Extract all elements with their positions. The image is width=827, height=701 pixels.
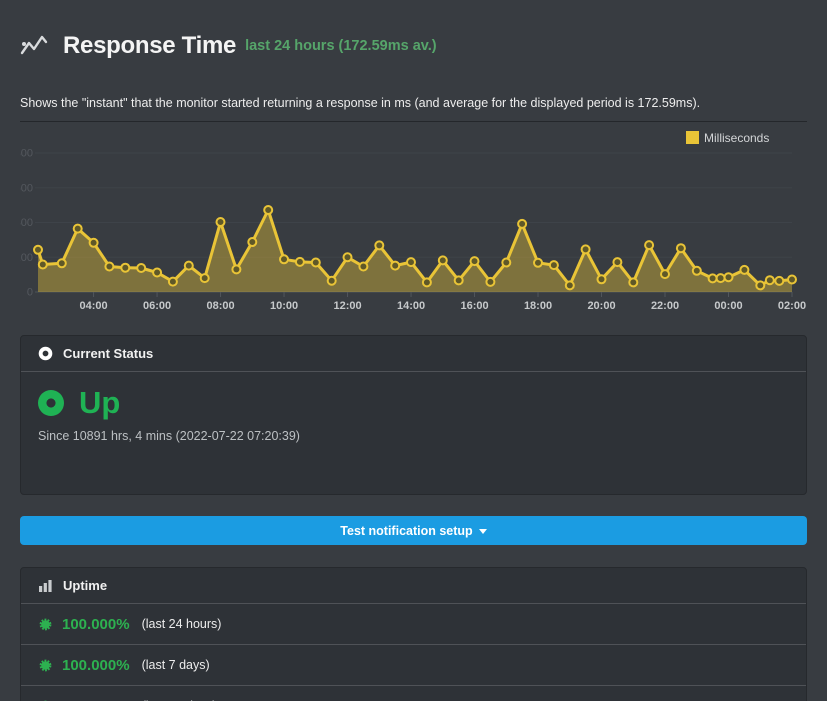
dot-circle-icon <box>38 346 53 361</box>
uptime-title: Uptime <box>63 578 107 593</box>
uptime-period-7d: (last 7 days) <box>142 658 210 672</box>
svg-text:22:00: 22:00 <box>651 300 679 312</box>
uptime-header: Uptime <box>21 568 806 604</box>
current-status-panel: Current Status Up Since 10891 hrs, 4 min… <box>20 335 807 495</box>
legend-label: Milliseconds <box>704 131 769 145</box>
svg-text:08:00: 08:00 <box>206 300 234 312</box>
svg-text:800: 800 <box>20 148 33 160</box>
current-status-body: Up Since 10891 hrs, 4 mins (2022-07-22 0… <box>21 372 806 458</box>
svg-text:12:00: 12:00 <box>333 300 361 312</box>
svg-text:0: 0 <box>27 287 33 299</box>
current-status-title: Current Status <box>63 346 153 361</box>
page-subtitle: last 24 hours (172.59ms av.) <box>245 38 437 54</box>
green-seal-icon <box>38 617 53 632</box>
page-title: Response Time <box>63 32 236 60</box>
uptime-value-30d: 100.000% <box>62 698 130 701</box>
status-since: Since 10891 hrs, 4 mins (2022-07-22 07:2… <box>38 429 789 443</box>
svg-text:600: 600 <box>20 182 33 194</box>
status-text: Up <box>79 387 120 418</box>
svg-text:10:00: 10:00 <box>270 300 298 312</box>
caret-down-icon <box>479 529 487 534</box>
legend-swatch <box>686 131 699 144</box>
page-description: Shows the "instant" that the monitor sta… <box>20 96 807 110</box>
test-notification-label: Test notification setup <box>340 524 472 538</box>
svg-text:00:00: 00:00 <box>714 300 742 312</box>
uptime-row-7d: 100.000% (last 7 days) <box>21 644 806 685</box>
svg-text:16:00: 16:00 <box>460 300 488 312</box>
response-time-chart: 0 200 400 600 800 04:00 06:00 08:00 10:00 12:00 14… <box>20 126 807 316</box>
test-notification-button[interactable]: Test notification setup <box>20 516 807 545</box>
svg-text:400: 400 <box>20 217 33 229</box>
svg-text:02:00: 02:00 <box>778 300 806 312</box>
monitor-detail-page: Response Time last 24 hours (172.59ms av… <box>0 16 827 701</box>
svg-text:14:00: 14:00 <box>397 300 425 312</box>
uptime-panel: Uptime 100.000% (last 24 hours) 100.000%… <box>20 567 807 701</box>
svg-text:04:00: 04:00 <box>79 300 107 312</box>
uptime-row-30d: 100.000% (last 30 days) <box>21 685 806 701</box>
green-seal-icon <box>38 658 53 673</box>
uptime-value-7d: 100.000% <box>62 657 130 674</box>
current-status-header: Current Status <box>21 336 806 372</box>
page-header: Response Time last 24 hours (172.59ms av… <box>20 16 807 76</box>
up-donut-icon <box>38 390 64 416</box>
uptime-period-24h: (last 24 hours) <box>142 617 222 631</box>
uptime-row-24h: 100.000% (last 24 hours) <box>21 604 806 644</box>
svg-text:18:00: 18:00 <box>524 300 552 312</box>
svg-text:200: 200 <box>20 252 33 264</box>
bar-chart-icon <box>38 578 53 593</box>
response-chart-svg: 0 200 400 600 800 04:00 06:00 08:00 10:00 12:00 14… <box>20 126 807 316</box>
svg-text:20:00: 20:00 <box>587 300 615 312</box>
uptime-value-24h: 100.000% <box>62 616 130 633</box>
svg-text:06:00: 06:00 <box>143 300 171 312</box>
line-chart-icon <box>20 33 48 59</box>
header-divider <box>20 121 807 122</box>
